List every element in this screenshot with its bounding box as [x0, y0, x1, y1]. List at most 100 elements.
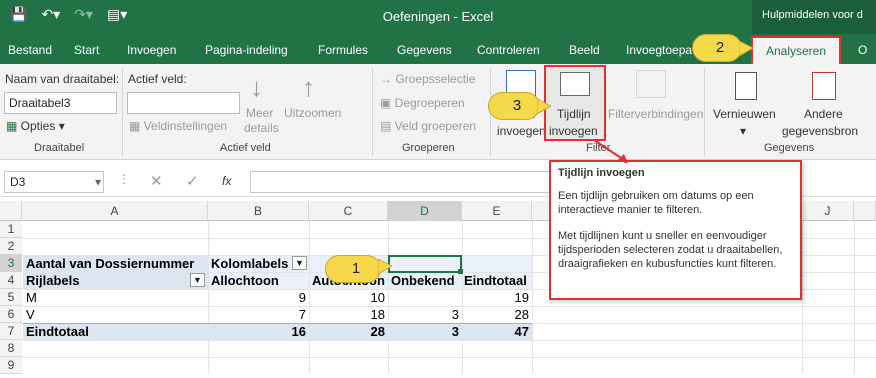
- tab-analyseren[interactable]: Analyseren: [751, 36, 841, 66]
- filterverbindingen-button[interactable]: Filterverbindingen: [608, 107, 703, 121]
- tab-formules[interactable]: Formules: [318, 43, 368, 57]
- active-field-label: Actief veld:: [128, 72, 187, 86]
- cell-a6[interactable]: V: [26, 306, 35, 323]
- tooltip-paragraph-1: Een tijdlijn gebruiken om datums op een …: [558, 190, 754, 216]
- column-header-e[interactable]: E: [462, 201, 532, 221]
- filter-dropdown-icon[interactable]: ▼: [190, 273, 205, 287]
- tab-controleren[interactable]: Controleren: [477, 43, 540, 57]
- drill-down-icon: ↓: [250, 72, 263, 102]
- cell-a5[interactable]: M: [26, 289, 37, 306]
- column-header-d[interactable]: D: [388, 201, 462, 221]
- change-source-icon: [812, 72, 836, 100]
- selected-cell-d3[interactable]: [388, 255, 462, 273]
- tab-invoegen[interactable]: Invoegen: [127, 43, 176, 57]
- gridline: [854, 221, 855, 374]
- tab-invoegtoepassingen[interactable]: Invoegtoepa: [626, 43, 692, 57]
- form-icon[interactable]: ▤▾: [107, 6, 127, 23]
- filter-connections-icon: [636, 70, 666, 98]
- filter-dropdown-icon[interactable]: ▼: [292, 256, 307, 270]
- pivot-name-input[interactable]: Draaitabel3: [4, 92, 117, 114]
- row-header-8[interactable]: 8: [0, 340, 22, 357]
- cell-c7[interactable]: 28: [310, 323, 385, 340]
- fill-handle[interactable]: [458, 269, 463, 274]
- cell-b3[interactable]: Kolomlabels: [211, 255, 288, 272]
- group-label-groeperen: Groeperen: [402, 142, 455, 154]
- cell-e5[interactable]: 19: [463, 289, 529, 306]
- opties-button[interactable]: ▦ Opties ▾: [6, 119, 65, 133]
- veldinstellingen-button[interactable]: ▦ Veldinstellingen: [129, 119, 227, 133]
- cancel-icon[interactable]: ✕: [150, 172, 163, 190]
- cell-b7[interactable]: 16: [209, 323, 306, 340]
- cell-b6[interactable]: 7: [209, 306, 306, 323]
- tab-overflow[interactable]: O: [858, 43, 867, 57]
- tab-gegevens[interactable]: Gegevens: [397, 43, 452, 57]
- title-bar: Oefeningen - Excel: [0, 0, 876, 34]
- select-all-corner[interactable]: [0, 201, 22, 221]
- row-header-1[interactable]: 1: [0, 221, 22, 238]
- cell-a4[interactable]: Rijlabels: [26, 272, 79, 289]
- row-header-6[interactable]: 6: [0, 306, 22, 323]
- cell-b4[interactable]: Allochtoon: [211, 272, 279, 289]
- chevron-down-icon[interactable]: ▾: [95, 175, 101, 189]
- cell-d4[interactable]: Onbekend: [391, 272, 455, 289]
- cell-b5[interactable]: 9: [209, 289, 306, 306]
- degroeperen-button[interactable]: ▣ Degroeperen: [380, 96, 465, 110]
- undo-icon[interactable]: ↶▾: [41, 6, 60, 23]
- tab-pagina-indeling[interactable]: Pagina-indeling: [205, 43, 288, 57]
- cell-c6[interactable]: 18: [310, 306, 385, 323]
- group-separator: [704, 68, 705, 156]
- cell-d6[interactable]: 3: [389, 306, 459, 323]
- andere-label-2[interactable]: gegevensbron: [782, 124, 858, 138]
- cell-c5[interactable]: 10: [310, 289, 385, 306]
- slicer-label-2[interactable]: invoegen: [497, 124, 546, 138]
- veld-groeperen-label: Veld groeperen: [394, 119, 477, 133]
- uitzoomen-button[interactable]: Uitzoomen: [284, 106, 341, 120]
- vernieuwen-button[interactable]: Vernieuwen: [713, 107, 776, 121]
- name-box[interactable]: D3: [4, 171, 104, 193]
- column-header-j[interactable]: J: [802, 201, 854, 221]
- insert-function-button[interactable]: fx: [222, 174, 231, 188]
- andere-label-1[interactable]: Andere: [804, 107, 843, 121]
- groepsselectie-button[interactable]: → Groepsselectie: [380, 72, 475, 86]
- veldinstellingen-label: Veldinstellingen: [143, 119, 228, 133]
- tab-bestand[interactable]: Bestand: [8, 43, 52, 57]
- callout-pointer: [378, 258, 392, 275]
- tijdlijn-label-1: Tijdlijn: [557, 107, 591, 121]
- callout-number: 2: [715, 39, 725, 56]
- veld-groeperen-button[interactable]: ▤ Veld groeperen: [380, 119, 476, 133]
- details-label[interactable]: details: [244, 121, 279, 135]
- callout-arrow: [593, 139, 628, 164]
- row-header-3[interactable]: 3: [0, 255, 22, 272]
- group-separator: [372, 68, 373, 156]
- active-field-input[interactable]: [127, 92, 240, 114]
- gridline: [22, 357, 876, 358]
- column-header-b[interactable]: B: [208, 201, 309, 221]
- timeline-icon: [560, 72, 590, 96]
- callout-number: 1: [351, 260, 361, 277]
- cell-a7[interactable]: Eindtotaal: [26, 323, 89, 340]
- tab-start[interactable]: Start: [74, 43, 99, 57]
- callout-3: 3: [488, 92, 540, 120]
- refresh-icon: [735, 72, 757, 100]
- column-header-c[interactable]: C: [309, 201, 388, 221]
- row-header-7[interactable]: 7: [0, 323, 22, 340]
- redo-icon[interactable]: ↷▾: [74, 6, 93, 23]
- save-icon[interactable]: 💾: [10, 6, 27, 23]
- row-header-4[interactable]: 4: [0, 272, 22, 289]
- row-header-2[interactable]: 2: [0, 238, 22, 255]
- row-header-5[interactable]: 5: [0, 289, 22, 306]
- cell-d7[interactable]: 3: [389, 323, 459, 340]
- cell-e4[interactable]: Eindtotaal: [464, 272, 527, 289]
- cell-a3[interactable]: Aantal van Dossiernummer: [26, 255, 194, 272]
- column-header-a[interactable]: A: [22, 201, 208, 221]
- column-header-k[interactable]: [854, 201, 876, 221]
- cell-e6[interactable]: 28: [463, 306, 529, 323]
- cell-e7[interactable]: 47: [463, 323, 529, 340]
- formula-input[interactable]: [250, 171, 550, 193]
- tab-beeld[interactable]: Beeld: [569, 43, 600, 57]
- row-header-9[interactable]: 9: [0, 357, 22, 374]
- confirm-icon[interactable]: ✓: [186, 172, 199, 190]
- callout-2: 2: [692, 34, 742, 62]
- meer-label[interactable]: Meer: [246, 106, 273, 120]
- chevron-down-icon[interactable]: ▾: [740, 124, 746, 138]
